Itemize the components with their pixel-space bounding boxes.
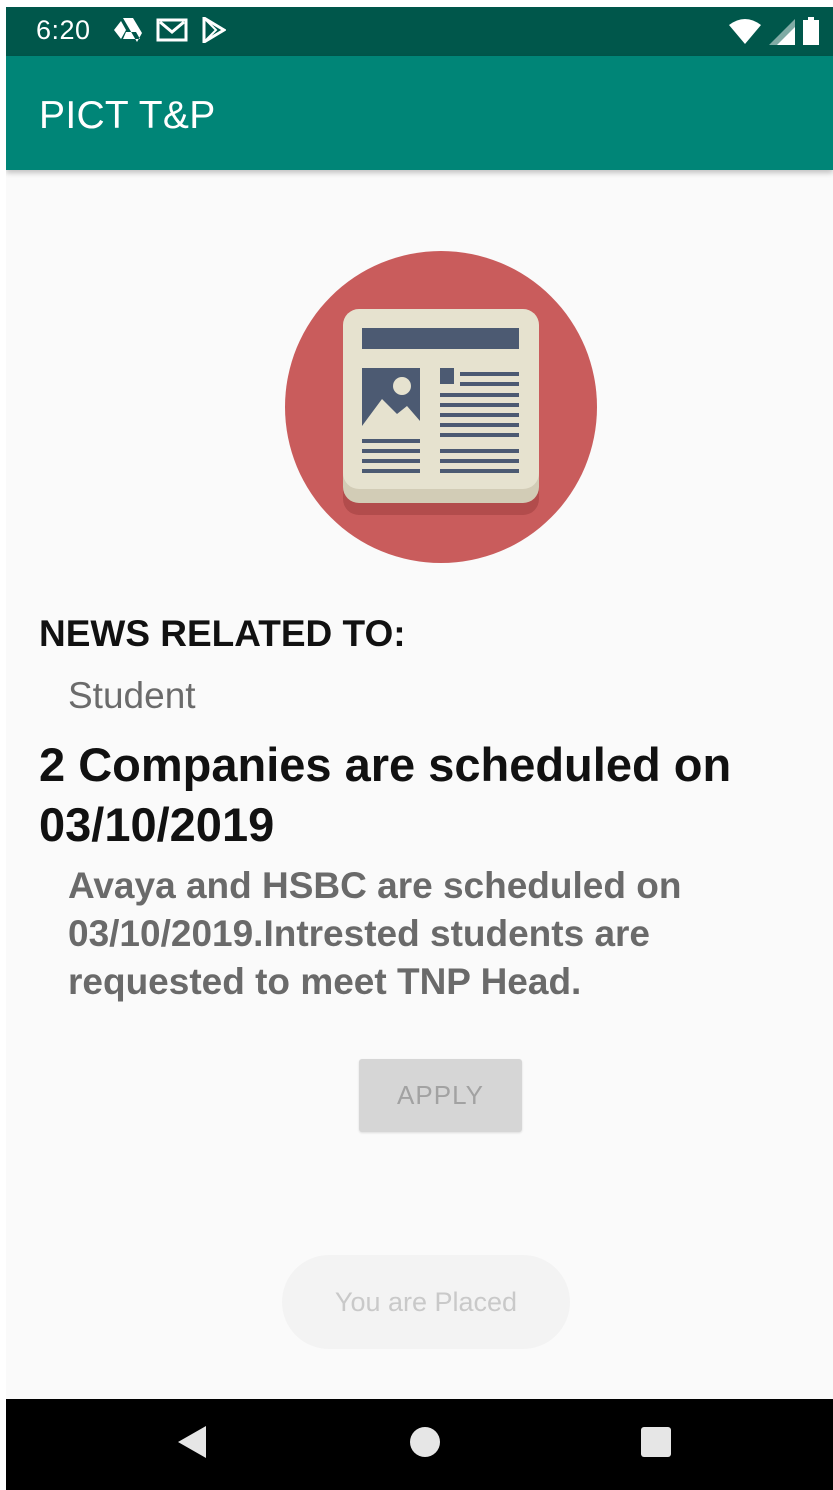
news-related-label: NEWS RELATED TO: (39, 613, 406, 654)
news-body: Avaya and HSBC are scheduled on 03/10/20… (68, 865, 682, 1002)
app-bar: PICT T&P (6, 56, 833, 170)
apply-button[interactable]: APPLY (359, 1059, 522, 1132)
phone-screen: 6:20 PICT T&P NEWS RELATED TO: Student 2… (6, 7, 833, 1490)
wifi-icon (729, 19, 761, 44)
back-icon[interactable] (176, 1424, 208, 1460)
toast-message: You are Placed (334, 1286, 518, 1317)
notification-icons (114, 17, 226, 43)
home-icon[interactable] (409, 1426, 441, 1458)
status-time: 6:20 (36, 15, 91, 45)
battery-icon (803, 17, 819, 45)
app-title: PICT T&P (39, 94, 216, 137)
navigation-bar (6, 1399, 833, 1490)
newspaper-icon (285, 251, 597, 563)
gmail-icon (156, 18, 188, 42)
signal-icon (769, 19, 795, 45)
recents-icon[interactable] (640, 1426, 672, 1458)
play-store-icon (202, 17, 226, 43)
system-status-icons (729, 17, 819, 45)
drive-icon (114, 18, 142, 42)
news-category: Student (68, 675, 196, 716)
placed-toast: You are Placed (282, 1255, 570, 1349)
news-headline: 2 Companies are scheduled on 03/10/2019 (39, 738, 732, 851)
status-bar: 6:20 (6, 7, 833, 56)
